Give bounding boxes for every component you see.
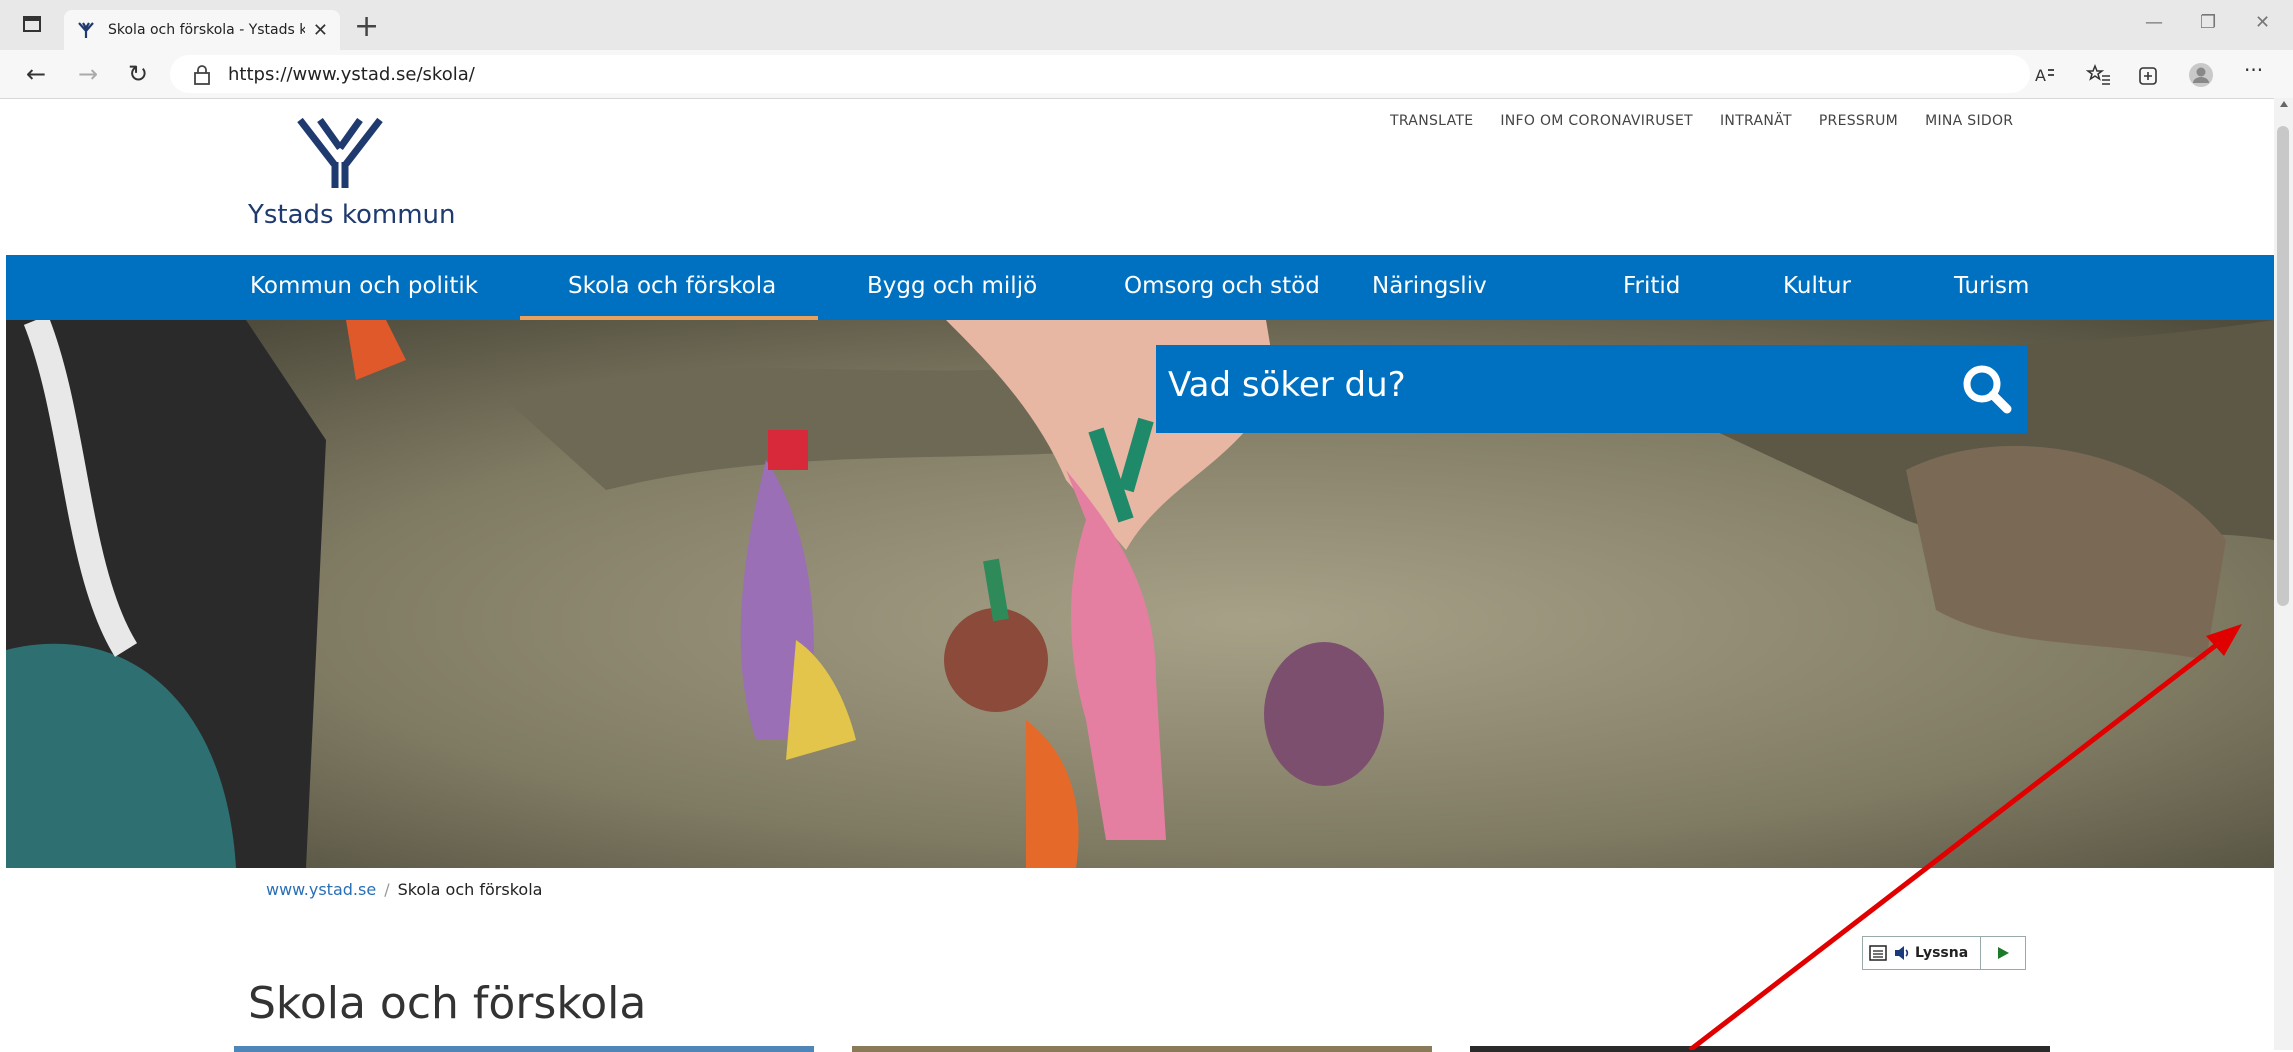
window-close-button[interactable]: ✕ (2255, 12, 2270, 33)
browser-tab[interactable]: Skola och förskola - Ystads komr ✕ (64, 10, 340, 50)
back-button[interactable]: ← (26, 60, 46, 88)
url-field[interactable]: https://www.ystad.se/skola/ (170, 55, 2030, 93)
tab-close-icon[interactable]: ✕ (313, 20, 328, 41)
breadcrumb-separator: / (384, 880, 390, 899)
play-button[interactable] (1980, 937, 2025, 969)
browser-address-bar: ← → ↻ https://www.ystad.se/skola/ A ··· (0, 50, 2293, 99)
listen-button[interactable]: Lyssna (1862, 936, 2026, 970)
forward-button[interactable]: → (78, 60, 98, 88)
tab-title: Skola och förskola - Ystads komr (108, 22, 305, 38)
nav-skola-och-forskola[interactable]: Skola och förskola (568, 255, 776, 320)
breadcrumb: www.ystad.se / Skola och förskola (266, 880, 542, 899)
search-icon[interactable] (1959, 361, 2015, 417)
nav-turism[interactable]: Turism (1954, 255, 2029, 320)
card-2-image[interactable] (852, 1046, 1432, 1052)
nav-kommun-och-politik[interactable]: Kommun och politik (250, 255, 478, 320)
read-aloud-icon[interactable]: A (2032, 62, 2058, 88)
scrollbar-thumb[interactable] (2277, 126, 2289, 606)
card-1-image[interactable] (234, 1046, 814, 1052)
nav-omsorg-och-stod[interactable]: Omsorg och stöd (1124, 255, 1320, 320)
breadcrumb-home-link[interactable]: www.ystad.se (266, 880, 376, 899)
nav-kultur[interactable]: Kultur (1783, 255, 1851, 320)
collections-icon[interactable] (2136, 62, 2162, 88)
main-navigation: Kommun och politik Skola och förskola By… (6, 255, 2274, 320)
minimize-button[interactable]: — (2145, 12, 2163, 33)
favicon-icon (76, 19, 98, 41)
search-input[interactable]: Vad söker du? (1168, 365, 1406, 405)
favorites-icon[interactable] (2086, 62, 2112, 88)
url-text: https://www.ystad.se/skola/ (228, 64, 475, 85)
listen-label: Lyssna (1915, 945, 1969, 961)
profile-icon[interactable] (2188, 62, 2214, 88)
top-link-pressrum[interactable]: PRESSRUM (1819, 113, 1898, 129)
scroll-up-icon[interactable] (2279, 100, 2289, 108)
lock-icon[interactable] (192, 64, 212, 86)
top-utility-nav: TRANSLATE INFO OM CORONAVIRUSET INTRANÄT… (1390, 113, 2013, 129)
site-search[interactable]: Vad söker du? (1156, 345, 2027, 433)
listen-settings-icon[interactable] (1869, 944, 1889, 962)
tab-toggle-icon[interactable] (22, 14, 42, 34)
breadcrumb-current: Skola och förskola (397, 880, 543, 899)
speaker-icon (1895, 946, 1909, 960)
top-link-corona[interactable]: INFO OM CORONAVIRUSET (1500, 113, 1693, 129)
browser-menu-button[interactable]: ··· (2244, 58, 2263, 82)
play-icon (1998, 947, 2009, 959)
nav-bygg-och-miljo[interactable]: Bygg och miljö (867, 255, 1037, 320)
new-tab-button[interactable]: + (354, 10, 379, 44)
reload-button[interactable]: ↻ (128, 60, 148, 88)
restore-button[interactable]: ❐ (2200, 12, 2216, 33)
page-title: Skola och förskola (248, 978, 647, 1029)
top-link-translate[interactable]: TRANSLATE (1390, 113, 1473, 129)
logo-text[interactable]: Ystads kommun (248, 200, 456, 230)
top-link-mina-sidor[interactable]: MINA SIDOR (1925, 113, 2013, 129)
browser-tab-bar: Skola och förskola - Ystads komr ✕ + — ❐… (0, 0, 2293, 50)
top-link-intranat[interactable]: INTRANÄT (1720, 113, 1792, 129)
card-3-image[interactable] (1470, 1046, 2050, 1052)
svg-text:A: A (2035, 66, 2046, 85)
nav-fritid[interactable]: Fritid (1623, 255, 1680, 320)
nav-naringsliv[interactable]: Näringsliv (1372, 255, 1487, 320)
